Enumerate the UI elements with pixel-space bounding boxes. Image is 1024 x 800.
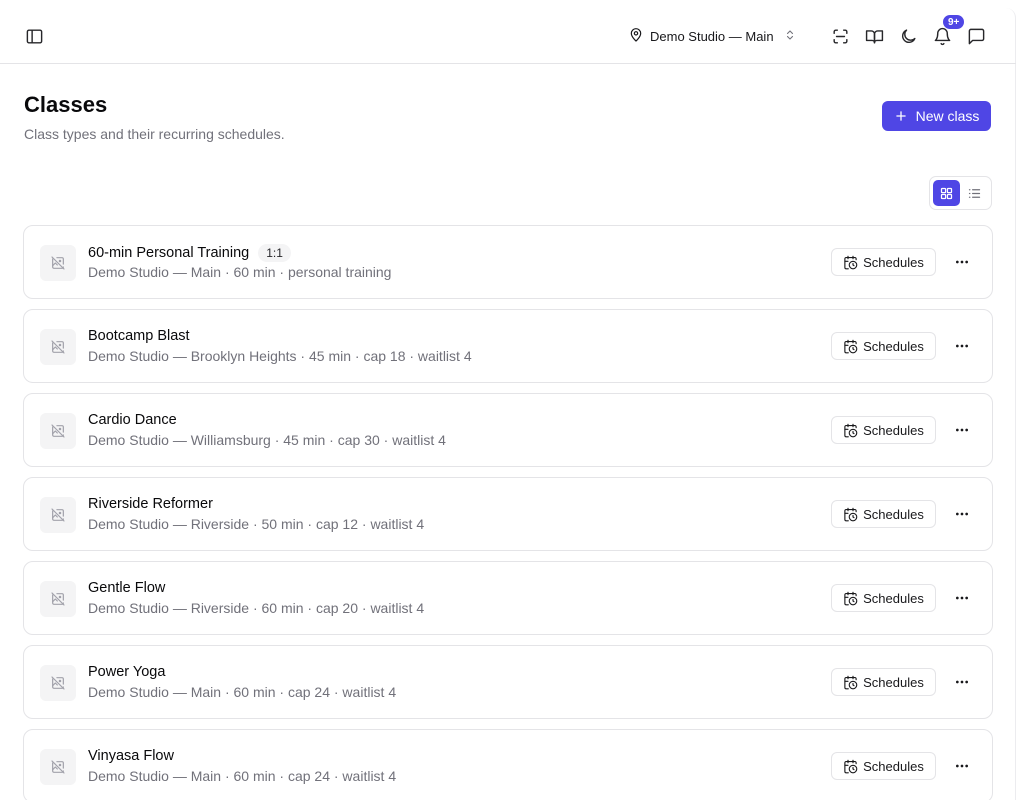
image-placeholder-icon	[40, 497, 76, 533]
schedules-button[interactable]: Schedules	[831, 500, 936, 528]
class-card[interactable]: Vinyasa Flow Demo Studio — Main · 60 min…	[23, 729, 993, 800]
schedules-button[interactable]: Schedules	[831, 752, 936, 780]
image-placeholder-icon	[40, 413, 76, 449]
schedules-button[interactable]: Schedules	[831, 332, 936, 360]
grid-view-icon[interactable]	[933, 180, 960, 206]
class-card[interactable]: Power Yoga Demo Studio — Main · 60 min ·…	[23, 645, 993, 719]
class-meta: Demo Studio — Main · 60 min · cap 24 · w…	[88, 768, 397, 784]
new-class-label: New class	[915, 108, 980, 124]
schedules-label: Schedules	[863, 590, 924, 606]
calendar-clock-icon	[843, 675, 858, 690]
class-card[interactable]: Cardio Dance Demo Studio — Williamsburg …	[23, 393, 993, 467]
calendar-clock-icon	[843, 339, 858, 354]
image-placeholder-icon	[40, 749, 76, 785]
schedules-label: Schedules	[863, 338, 924, 354]
class-name-row: Vinyasa Flow	[88, 748, 174, 764]
class-name: Gentle Flow	[88, 580, 166, 596]
map-pin-icon	[628, 27, 644, 46]
page-title: Classes	[24, 92, 108, 117]
class-card[interactable]: Bootcamp Blast Demo Studio — Brooklyn He…	[23, 309, 993, 383]
more-options-icon[interactable]	[950, 416, 974, 444]
new-class-button[interactable]: New class	[882, 101, 991, 131]
class-name: Vinyasa Flow	[88, 748, 174, 764]
sidebar-toggle-icon[interactable]	[20, 22, 48, 50]
schedules-label: Schedules	[863, 674, 924, 690]
class-name-row: Riverside Reformer	[88, 496, 213, 512]
class-meta: Demo Studio — Brooklyn Heights · 45 min …	[88, 348, 472, 364]
calendar-clock-icon	[843, 507, 858, 522]
app-frame: Demo Studio — Main 9+ Classes Class type…	[0, 8, 1016, 800]
scan-icon[interactable]	[826, 22, 854, 50]
class-tag: 1:1	[258, 244, 291, 262]
class-name: Bootcamp Blast	[88, 328, 190, 344]
image-placeholder-icon	[40, 329, 76, 365]
image-placeholder-icon	[40, 245, 76, 281]
schedules-button[interactable]: Schedules	[831, 668, 936, 696]
class-name-row: Bootcamp Blast	[88, 328, 190, 344]
class-name-row: Cardio Dance	[88, 412, 177, 428]
image-placeholder-icon	[40, 581, 76, 617]
calendar-clock-icon	[843, 423, 858, 438]
more-options-icon[interactable]	[950, 668, 974, 696]
class-name-row: 60-min Personal Training 1:1	[88, 244, 291, 262]
schedules-label: Schedules	[863, 254, 924, 270]
class-meta: Demo Studio — Williamsburg · 45 min · ca…	[88, 432, 446, 448]
view-toggle	[929, 176, 992, 210]
schedules-button[interactable]: Schedules	[831, 416, 936, 444]
schedules-button[interactable]: Schedules	[831, 584, 936, 612]
class-list: 60-min Personal Training 1:1 Demo Studio…	[23, 225, 993, 800]
plus-icon	[894, 109, 908, 123]
schedules-label: Schedules	[863, 422, 924, 438]
schedules-label: Schedules	[863, 506, 924, 522]
more-options-icon[interactable]	[950, 248, 974, 276]
studio-name: Demo Studio — Main	[650, 28, 774, 44]
calendar-clock-icon	[843, 591, 858, 606]
class-meta: Demo Studio — Main · 60 min · cap 24 · w…	[88, 684, 397, 700]
class-name-row: Power Yoga	[88, 664, 165, 680]
more-options-icon[interactable]	[950, 584, 974, 612]
schedules-button[interactable]: Schedules	[831, 248, 936, 276]
calendar-clock-icon	[843, 255, 858, 270]
page-subtitle: Class types and their recurring schedule…	[24, 126, 285, 142]
class-name-row: Gentle Flow	[88, 580, 165, 596]
moon-icon[interactable]	[894, 22, 922, 50]
more-options-icon[interactable]	[950, 500, 974, 528]
book-open-icon[interactable]	[860, 22, 888, 50]
chevron-up-down-icon	[780, 29, 796, 44]
class-name: Cardio Dance	[88, 412, 177, 428]
class-name: 60-min Personal Training	[88, 245, 250, 261]
list-view-icon[interactable]	[962, 180, 989, 206]
studio-selector[interactable]: Demo Studio — Main	[628, 22, 796, 50]
more-options-icon[interactable]	[950, 752, 974, 780]
class-meta: Demo Studio — Riverside · 50 min · cap 1…	[88, 516, 425, 532]
image-placeholder-icon	[40, 665, 76, 701]
class-card[interactable]: Gentle Flow Demo Studio — Riverside · 60…	[23, 561, 993, 635]
top-bar: Demo Studio — Main 9+	[0, 8, 1016, 64]
class-name: Power Yoga	[88, 664, 166, 680]
calendar-clock-icon	[843, 759, 858, 774]
class-card[interactable]: Riverside Reformer Demo Studio — Riversi…	[23, 477, 993, 551]
message-icon[interactable]	[962, 22, 990, 50]
class-meta: Demo Studio — Main · 60 min · personal t…	[88, 264, 392, 280]
class-name: Riverside Reformer	[88, 496, 213, 512]
class-card[interactable]: 60-min Personal Training 1:1 Demo Studio…	[23, 225, 993, 299]
class-meta: Demo Studio — Riverside · 60 min · cap 2…	[88, 600, 425, 616]
more-options-icon[interactable]	[950, 332, 974, 360]
schedules-label: Schedules	[863, 758, 924, 774]
notifications-button[interactable]: 9+	[928, 14, 966, 50]
